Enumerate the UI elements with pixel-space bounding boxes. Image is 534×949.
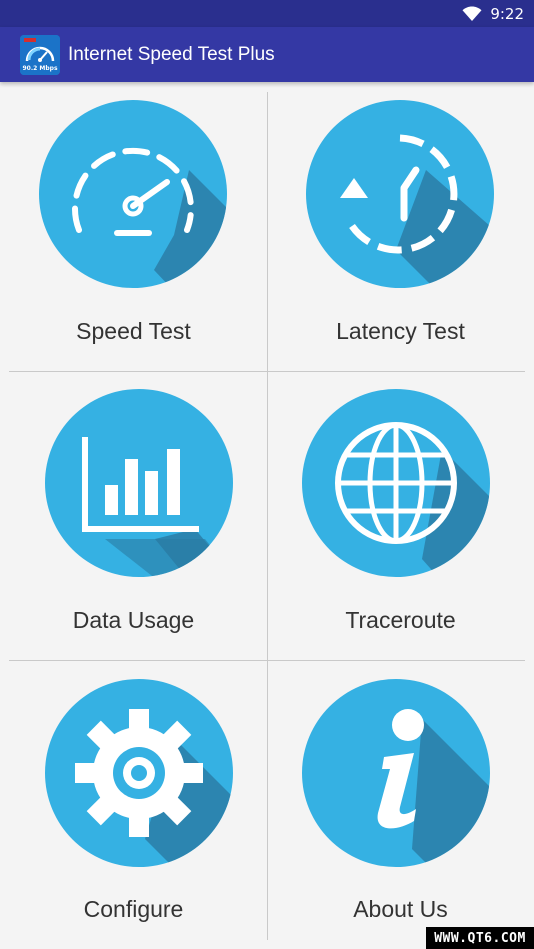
data-usage-circle [45,389,233,577]
grid-divider-row-1 [9,371,525,372]
speedometer-icon [72,147,227,288]
watermark: WWW.QT6.COM [426,927,534,949]
menu-item-data-usage[interactable]: Data Usage [0,372,267,662]
app-bar: 90.2 Mbps Internet Speed Test Plus [0,27,534,82]
speed-test-circle [39,100,227,288]
menu-item-latency-test[interactable]: Latency Test [267,82,534,372]
menu-item-about-us[interactable]: About Us [267,662,534,949]
gear-icon [75,709,233,867]
latency-test-circle [306,100,494,288]
speedometer-app-icon[interactable]: 90.2 Mbps [20,34,60,75]
app-title: Internet Speed Test Plus [68,43,275,65]
configure-label: Configure [83,896,184,922]
info-icon [377,709,490,867]
configure-circle [45,679,233,867]
clock-refresh-icon [340,134,494,288]
data-usage-label: Data Usage [72,607,195,633]
traceroute-label: Traceroute [345,607,456,633]
status-bar: 9:22 [0,0,534,27]
menu-item-traceroute[interactable]: Traceroute [267,372,534,662]
about-us-label: About Us [353,896,448,922]
grid-divider-vertical [267,92,268,940]
latency-test-label: Latency Test [336,318,465,344]
status-icons: 9:22 [462,4,524,24]
menu-item-speed-test[interactable]: Speed Test [0,82,267,372]
bar-chart-icon [82,437,233,577]
globe-icon [335,422,490,577]
about-us-circle [302,679,490,867]
app-icon-speed-text: 90.2 Mbps [22,64,58,72]
wifi-icon [462,6,482,21]
status-time: 9:22 [490,5,524,23]
menu-item-configure[interactable]: Configure [0,662,267,949]
speed-test-label: Speed Test [76,318,191,344]
grid-divider-row-2 [9,660,525,661]
traceroute-circle [302,389,490,577]
